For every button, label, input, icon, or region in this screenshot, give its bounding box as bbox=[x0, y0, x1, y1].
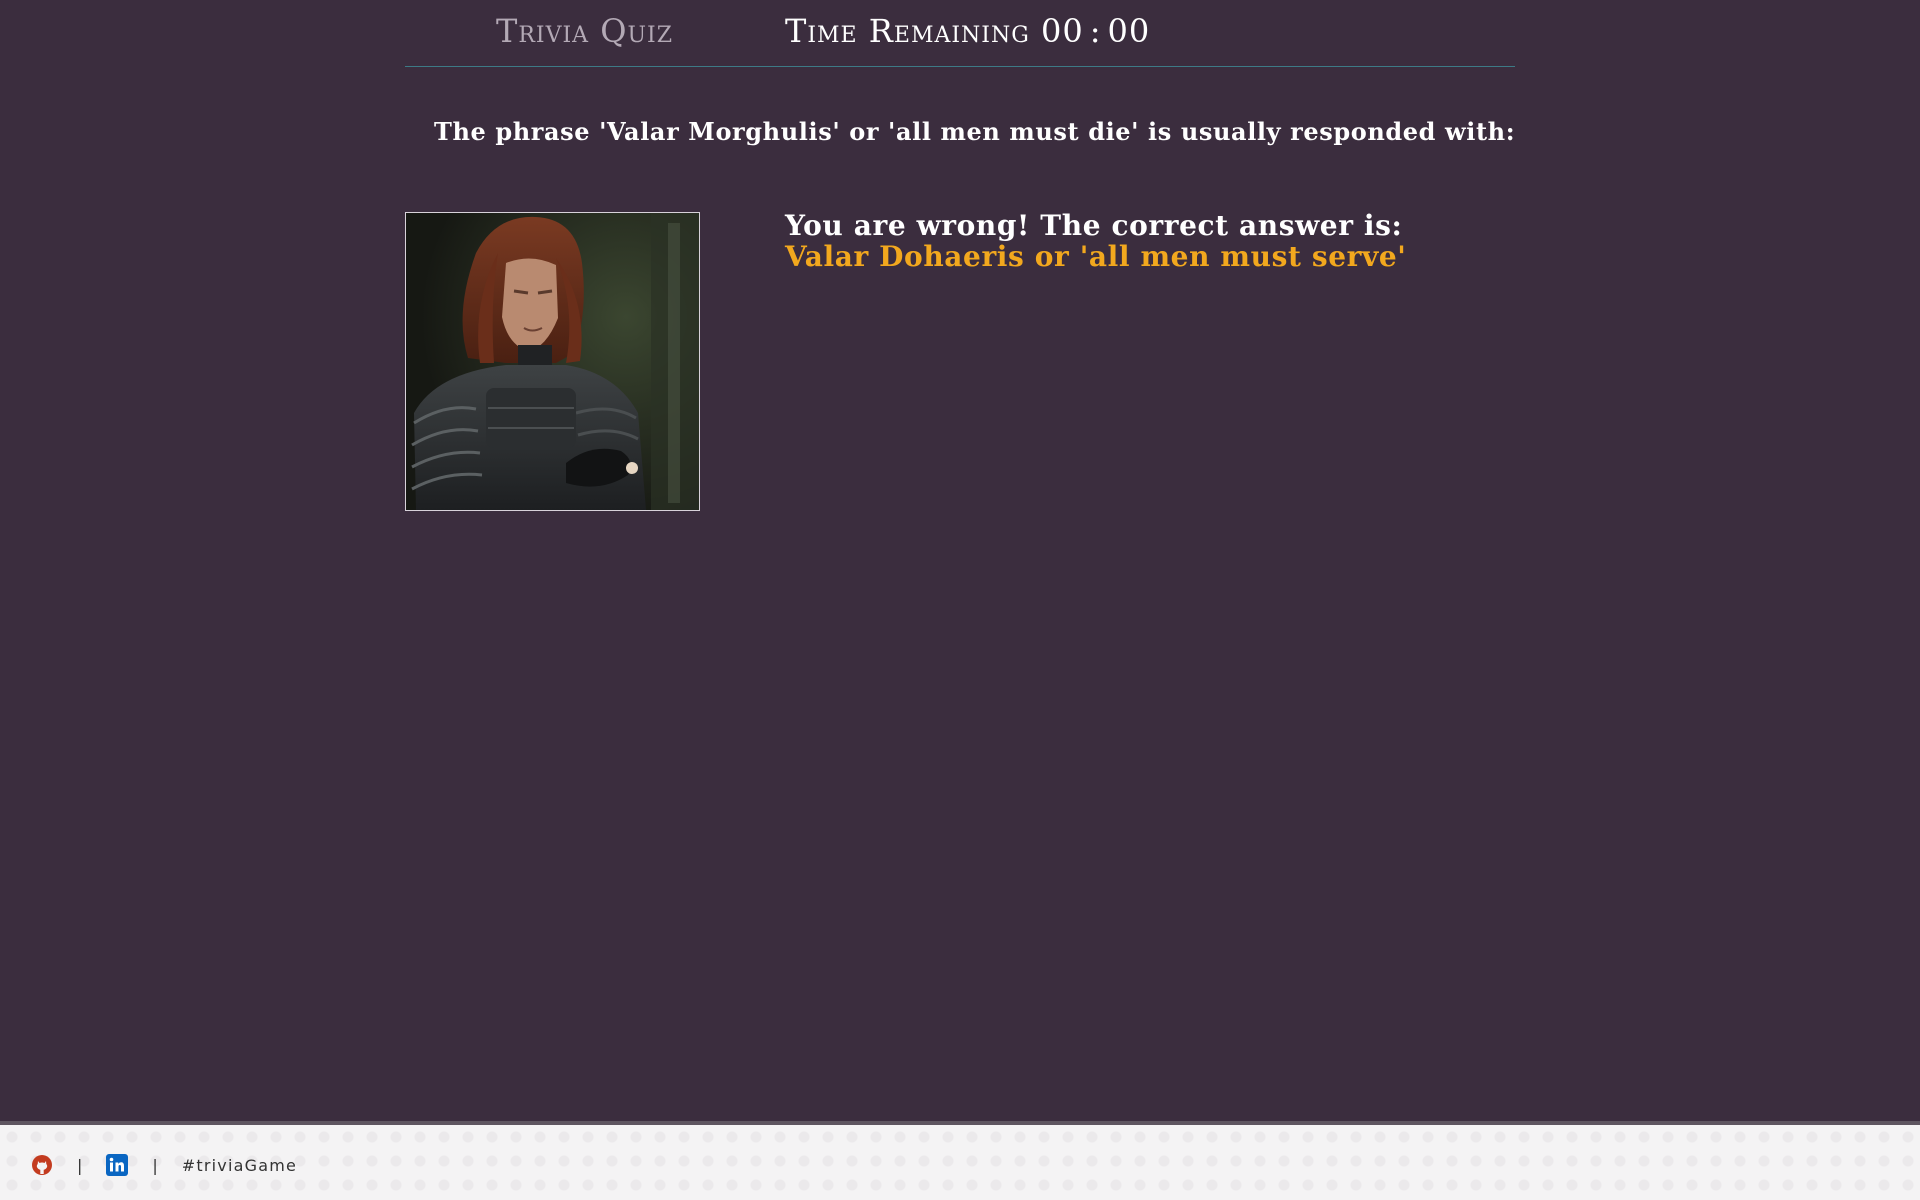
quiz-header: Trivia Quiz Time Remaining 00:00 bbox=[405, 0, 1515, 67]
github-icon[interactable] bbox=[31, 1154, 53, 1176]
timer-separator: : bbox=[1089, 12, 1102, 50]
correct-answer: Valar Dohaeris or 'all men must serve' bbox=[785, 240, 1407, 273]
footer: | | #triviaGame bbox=[0, 1121, 1920, 1200]
footer-links: | | #triviaGame bbox=[31, 1153, 297, 1177]
question-text: The phrase 'Valar Morghulis' or 'all men… bbox=[434, 117, 1516, 146]
timer-display: Time Remaining 00:00 bbox=[785, 12, 1150, 50]
timer-label: Time Remaining bbox=[785, 12, 1030, 50]
hashtag-text: #triviaGame bbox=[181, 1155, 298, 1175]
timer-minutes: 00 bbox=[1041, 12, 1084, 50]
footer-separator: | bbox=[77, 1155, 83, 1175]
brand-title: Trivia Quiz bbox=[496, 12, 673, 50]
footer-separator: | bbox=[152, 1155, 158, 1175]
answer-image bbox=[405, 212, 700, 511]
result-message: You are wrong! The correct answer is: bbox=[785, 209, 1403, 242]
linkedin-icon[interactable] bbox=[106, 1154, 129, 1176]
result-panel: You are wrong! The correct answer is: Va… bbox=[785, 210, 1406, 272]
timer-seconds: 00 bbox=[1107, 12, 1151, 50]
